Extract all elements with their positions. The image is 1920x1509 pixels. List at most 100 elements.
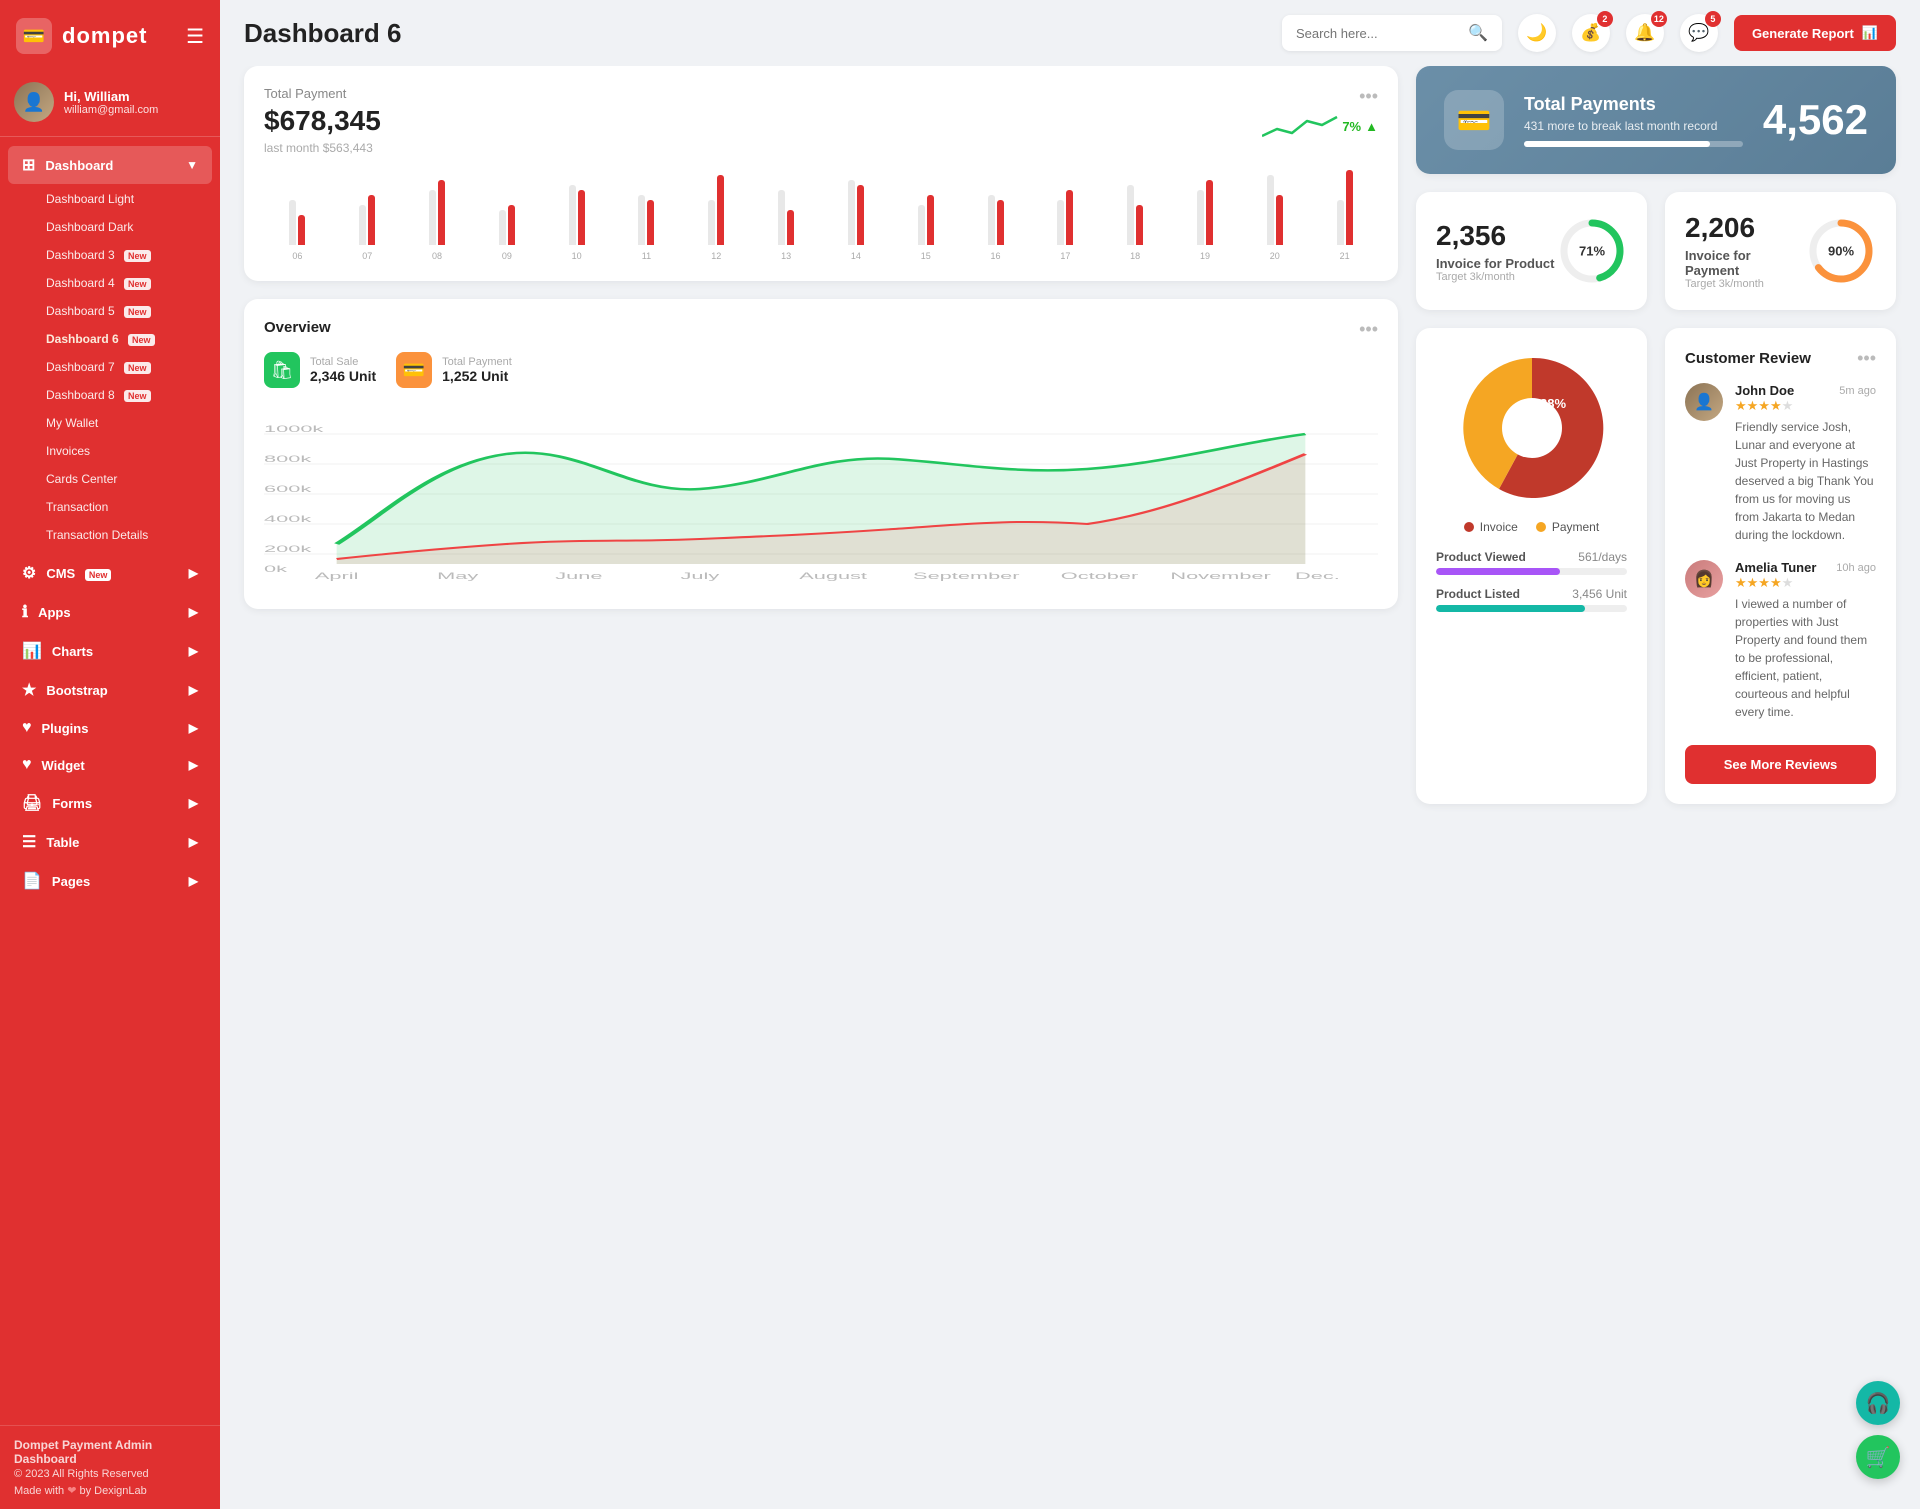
sidebar-logo[interactable]: 💳 dompet ☰: [0, 0, 220, 72]
sidebar-item-dashboard-4[interactable]: Dashboard 4 New: [8, 269, 212, 297]
sidebar-item-dashboard-3[interactable]: Dashboard 3 New: [8, 241, 212, 269]
payment-legend-dot: [1536, 522, 1546, 532]
overview-card: Overview ••• 🛍 Total Sale 2,346 Unit 💳: [244, 299, 1398, 609]
sidebar-pages-section[interactable]: 📄 Pages ▶: [8, 862, 212, 900]
bar-label-10: 16: [962, 251, 1029, 261]
sidebar-item-transaction[interactable]: Transaction: [8, 493, 212, 521]
messages-button[interactable]: 💬 5: [1680, 14, 1718, 52]
generate-report-button[interactable]: Generate Report 📊: [1734, 15, 1896, 51]
bar-label-1: 07: [334, 251, 401, 261]
bar-group-9: [892, 195, 959, 245]
sidebar-item-dashboard-7[interactable]: Dashboard 7 New: [8, 353, 212, 381]
invoice-product-number: 2,356: [1436, 220, 1554, 252]
total-sale-value: 2,346 Unit: [310, 368, 376, 384]
wallet-button[interactable]: 💰 2: [1572, 14, 1610, 52]
invoice-payment-target: Target 3k/month: [1685, 278, 1806, 290]
search-input[interactable]: [1296, 26, 1460, 41]
sidebar-item-cards-center[interactable]: Cards Center: [8, 465, 212, 493]
sidebar-item-my-wallet[interactable]: My Wallet: [8, 409, 212, 437]
pie-chart-svg: 62% 38%: [1452, 348, 1612, 508]
dark-mode-toggle[interactable]: 🌙: [1518, 14, 1556, 52]
total-payments-blue-card: 💳 Total Payments 431 more to break last …: [1416, 66, 1896, 174]
right-column: 💳 Total Payments 431 more to break last …: [1416, 66, 1896, 1485]
see-more-reviews-button[interactable]: See More Reviews: [1685, 745, 1876, 784]
sidebar-apps-section[interactable]: ℹ Apps ▶: [8, 593, 212, 631]
notification-button[interactable]: 🔔 12: [1626, 14, 1664, 52]
invoice-payment-percent: 90%: [1828, 244, 1854, 259]
sidebar-table-section[interactable]: ☰ Table ▶: [8, 823, 212, 861]
review-menu-dots[interactable]: •••: [1857, 348, 1876, 369]
chat-icon: 💬: [1688, 23, 1709, 43]
sidebar-item-dashboard-6[interactable]: Dashboard 6 New: [8, 325, 212, 353]
support-float-button[interactable]: 🎧: [1856, 1381, 1900, 1425]
chevron-right-icon: ▶: [189, 566, 198, 580]
bar-label-11: 17: [1032, 251, 1099, 261]
sidebar-item-dashboard-5[interactable]: Dashboard 5 New: [8, 297, 212, 325]
svg-text:May: May: [437, 571, 479, 581]
customer-review-card: Customer Review ••• 👤 John Doe 5m ago: [1665, 328, 1896, 804]
total-sale-label: Total Sale: [310, 356, 376, 368]
avatar: 👤: [14, 82, 54, 122]
sidebar-item-dashboard-dark[interactable]: Dashboard Dark: [8, 213, 212, 241]
invoice-product-donut: 71%: [1557, 216, 1627, 286]
blue-card-content: Total Payments 431 more to break last mo…: [1524, 94, 1743, 147]
sidebar-forms-section[interactable]: 🖨 Forms ▶: [8, 784, 212, 822]
sidebar: 💳 dompet ☰ 👤 Hi, William william@gmail.c…: [0, 0, 220, 1509]
card-menu-dots[interactable]: •••: [1359, 86, 1378, 107]
bar-gray-1: [359, 205, 366, 245]
sidebar-user: 👤 Hi, William william@gmail.com: [0, 72, 220, 137]
sidebar-cms-section[interactable]: ⚙ CMS New ▶: [8, 554, 212, 592]
logo-icon: 💳: [16, 18, 52, 54]
sidebar-plugins-section[interactable]: ♥ Plugins ▶: [8, 710, 212, 746]
sidebar-nav: ⊞ Dashboard ▼ Dashboard Light Dashboard …: [0, 137, 220, 1425]
sidebar-charts-section[interactable]: 📊 Charts ▶: [8, 632, 212, 670]
total-payment-stat: 💳 Total Payment 1,252 Unit: [396, 352, 512, 388]
total-payment-last-month: last month $563,443: [264, 141, 373, 155]
product-listed-stat: Product Listed 3,456 Unit: [1436, 587, 1627, 612]
invoice-payment-label: Invoice for Payment: [1685, 248, 1806, 278]
bar-label-3: 09: [473, 251, 540, 261]
cms-icon: ⚙: [22, 563, 36, 583]
invoice-product-card: 2,356 Invoice for Product Target 3k/mont…: [1416, 192, 1647, 310]
bar-gray-0: [289, 200, 296, 245]
total-sale-stat: 🛍 Total Sale 2,346 Unit: [264, 352, 376, 388]
sidebar-item-dashboard-8[interactable]: Dashboard 8 New: [8, 381, 212, 409]
sidebar-widget-section[interactable]: ♥ Widget ▶: [8, 747, 212, 783]
bar-gray-10: [988, 195, 995, 245]
svg-text:April: April: [315, 571, 359, 581]
hamburger-icon[interactable]: ☰: [186, 24, 204, 49]
cart-float-button[interactable]: 🛒: [1856, 1435, 1900, 1479]
reviewer-1-name: John Doe: [1735, 383, 1794, 398]
chevron-right-icon8: ▶: [189, 835, 198, 849]
review-title: Customer Review: [1685, 350, 1811, 367]
bar-red-4: [578, 190, 585, 245]
bell-badge: 12: [1651, 11, 1667, 27]
payment-legend: Payment: [1536, 520, 1599, 534]
sidebar-item-dashboard-light[interactable]: Dashboard Light: [8, 185, 212, 213]
left-column: Total Payment $678,345 last month $563,4…: [244, 66, 1398, 1485]
sidebar-dashboard-section[interactable]: ⊞ Dashboard ▼: [8, 146, 212, 184]
bar-label-4: 10: [543, 251, 610, 261]
overview-title: Overview: [264, 319, 331, 336]
overview-menu-dots[interactable]: •••: [1359, 319, 1378, 340]
bar-red-15: [1346, 170, 1353, 245]
bar-label-13: 19: [1172, 251, 1239, 261]
bar-gray-13: [1197, 190, 1204, 245]
pages-label: Pages: [52, 874, 90, 889]
reviewer-2-time: 10h ago: [1836, 562, 1876, 574]
sidebar-item-invoices[interactable]: Invoices: [8, 437, 212, 465]
invoice-legend: Invoice: [1464, 520, 1518, 534]
sidebar-item-transaction-details[interactable]: Transaction Details: [8, 521, 212, 549]
invoice-product-label: Invoice for Product: [1436, 256, 1554, 271]
svg-text:September: September: [913, 571, 1020, 581]
bar-label-9: 15: [892, 251, 959, 261]
reviewer-2-avatar: 👩: [1685, 560, 1723, 598]
search-box[interactable]: 🔍: [1282, 15, 1502, 51]
product-viewed-bar: [1436, 568, 1627, 575]
sidebar-bootstrap-section[interactable]: ★ Bootstrap ▶: [8, 671, 212, 709]
pie-chart-card: 62% 38% Invoice Payment: [1416, 328, 1647, 804]
product-listed-bar: [1436, 605, 1627, 612]
page-title: Dashboard 6: [244, 18, 1266, 49]
widget-label: Widget: [42, 758, 85, 773]
bar-gray-6: [708, 200, 715, 245]
